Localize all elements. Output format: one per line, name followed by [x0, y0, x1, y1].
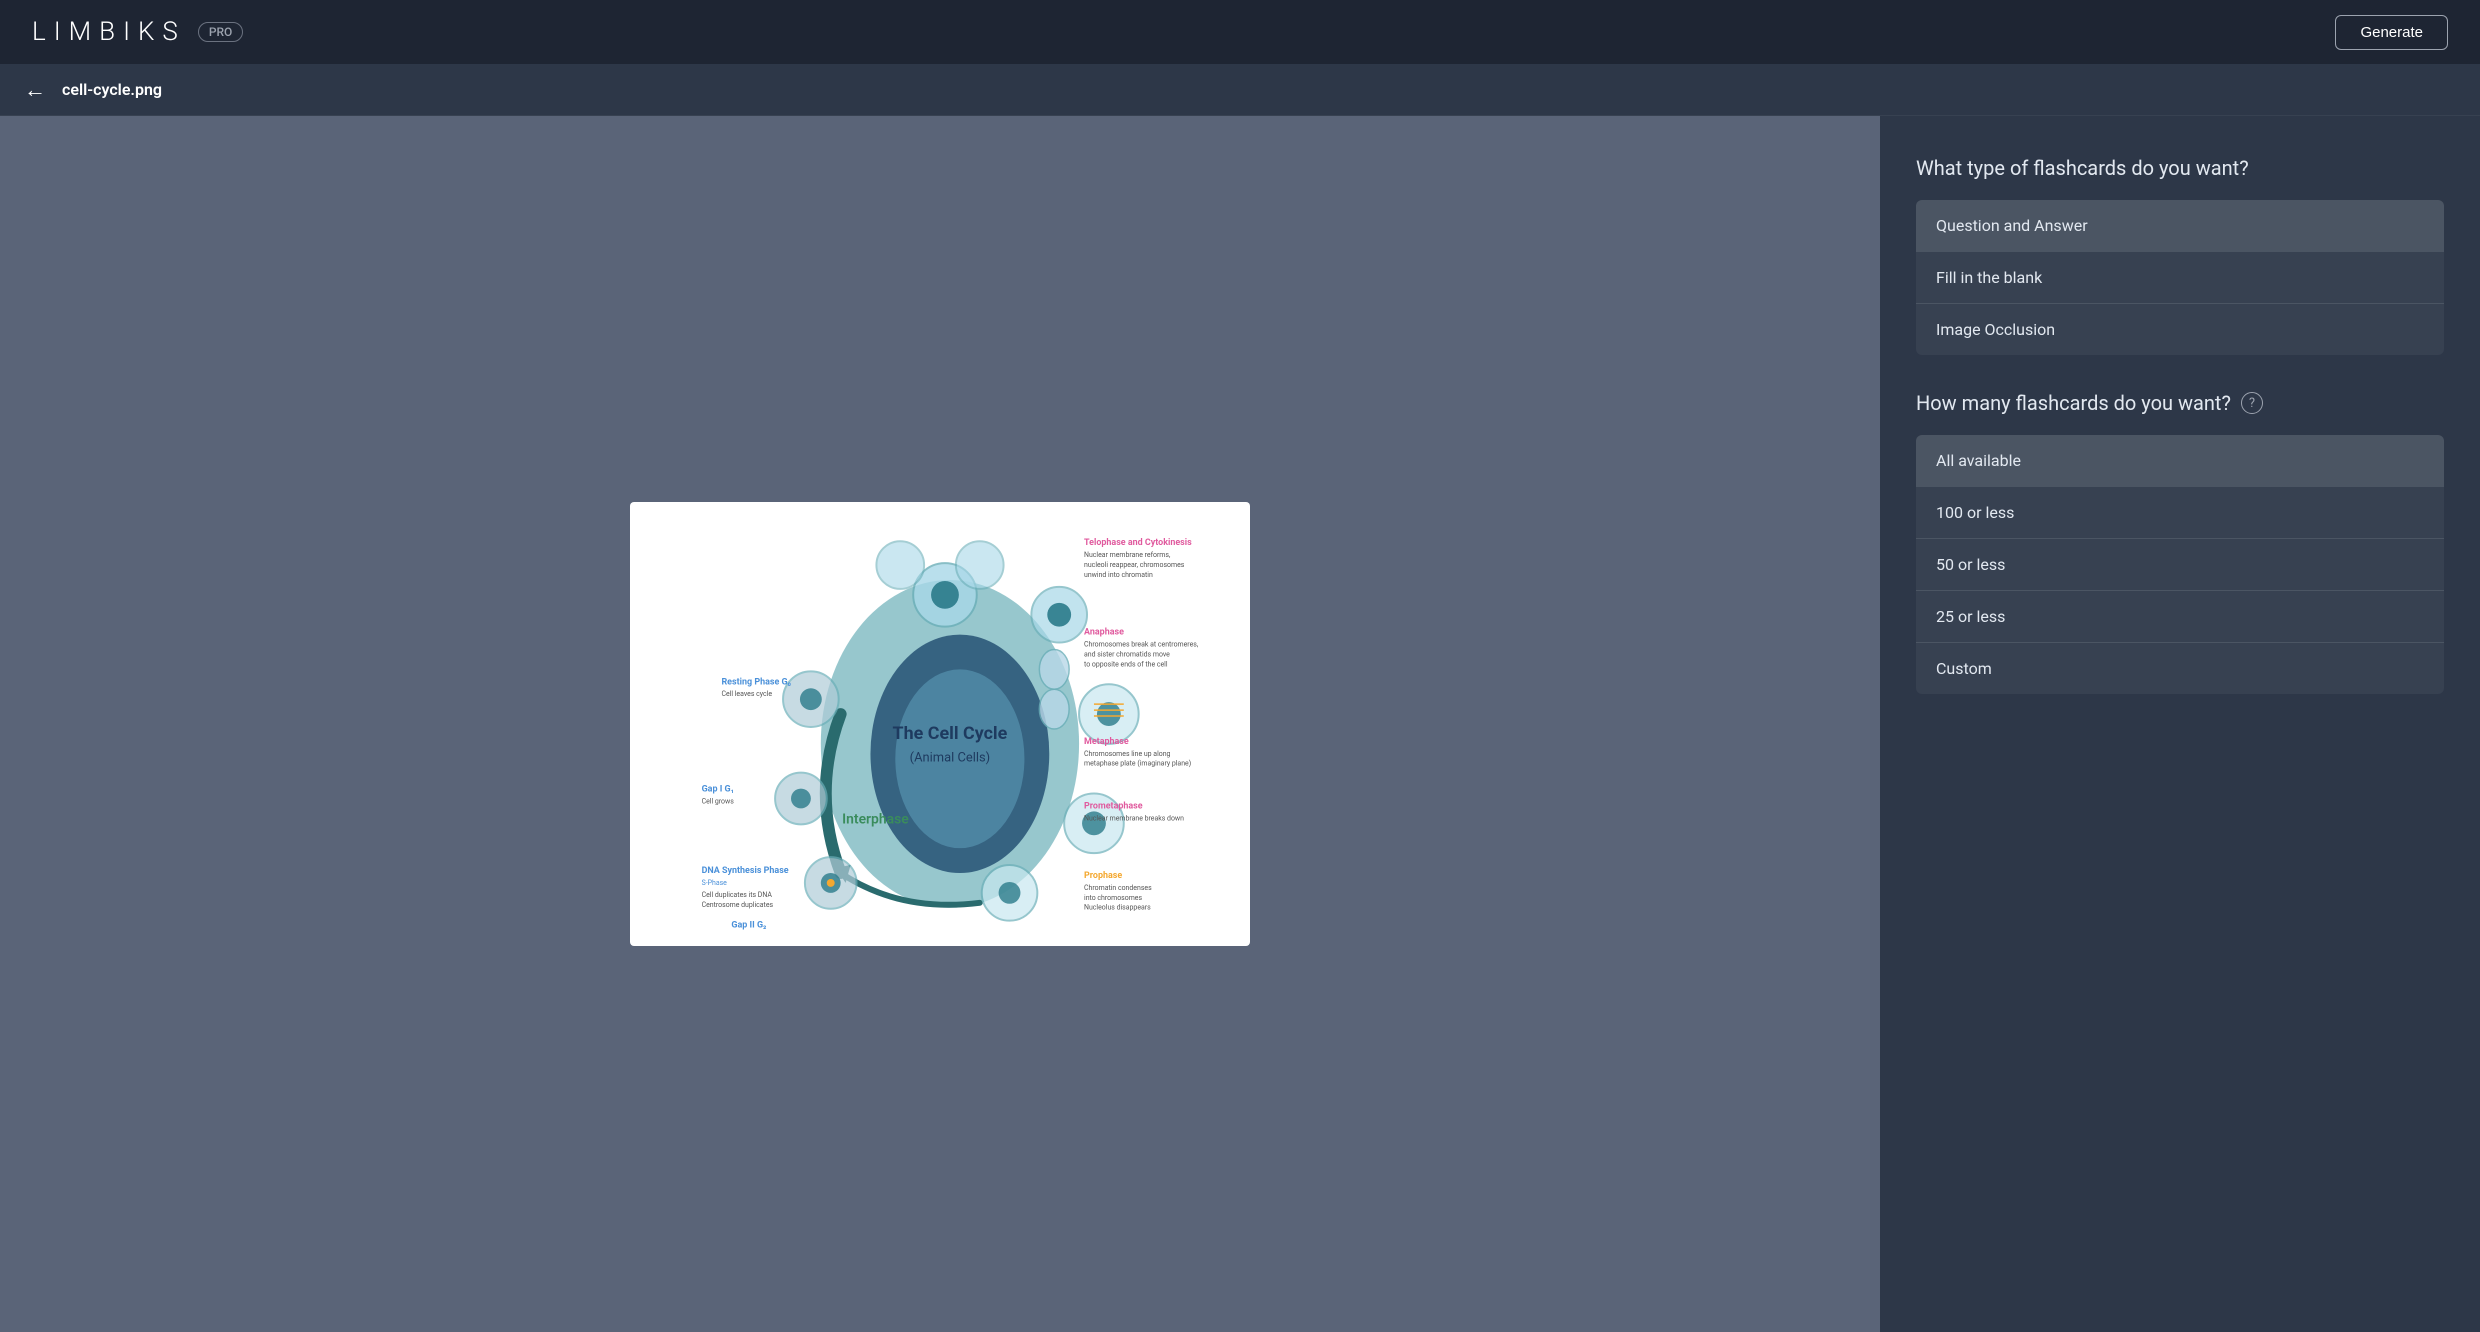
svg-text:Nucleolus disappears: Nucleolus disappears — [1084, 904, 1151, 912]
svg-text:The Cell Cycle: The Cell Cycle — [893, 723, 1008, 744]
svg-text:DNA Synthesis Phase: DNA Synthesis Phase — [702, 866, 789, 876]
svg-text:Telophase and Cytokinesis: Telophase and Cytokinesis — [1084, 538, 1192, 548]
main-content: The Cell Cycle (Animal Cells) Interphase… — [0, 116, 2480, 1332]
option-25-or-less[interactable]: 25 or less — [1916, 591, 2444, 643]
svg-text:Metaphase: Metaphase — [1084, 737, 1129, 747]
svg-text:Prometaphase: Prometaphase — [1084, 801, 1143, 811]
svg-text:Cell leaves cycle: Cell leaves cycle — [721, 690, 772, 698]
image-panel: The Cell Cycle (Animal Cells) Interphase… — [0, 116, 1880, 1332]
svg-text:unwind into chromatin: unwind into chromatin — [1084, 571, 1153, 579]
option-fill-in-blank[interactable]: Fill in the blank — [1916, 252, 2444, 304]
image-container: The Cell Cycle (Animal Cells) Interphase… — [630, 502, 1250, 946]
svg-text:Cell duplicates its DNA: Cell duplicates its DNA — [702, 891, 773, 899]
top-navigation: LIMBIKS PRO Generate — [0, 0, 2480, 64]
sub-navigation: ← cell-cycle.png — [0, 64, 2480, 116]
svg-text:Cell grows: Cell grows — [702, 797, 735, 805]
flashcard-count-header: How many flashcards do you want? ? — [1916, 391, 2444, 415]
svg-text:Nuclear membrane reforms,: Nuclear membrane reforms, — [1084, 551, 1171, 559]
svg-text:Nuclear membrane breaks down: Nuclear membrane breaks down — [1084, 814, 1184, 822]
svg-text:Resting Phase G₀: Resting Phase G₀ — [721, 677, 791, 687]
svg-text:nucleoli reappear, chromosomes: nucleoli reappear, chromosomes — [1084, 561, 1185, 569]
file-name: cell-cycle.png — [62, 80, 162, 99]
help-icon[interactable]: ? — [2241, 392, 2263, 414]
svg-text:Chromosomes line up along: Chromosomes line up along — [1084, 750, 1171, 758]
svg-text:Interphase: Interphase — [842, 811, 909, 827]
flashcard-count-list: All available 100 or less 50 or less 25 … — [1916, 435, 2444, 694]
svg-text:Gap I G₁: Gap I G₁ — [702, 785, 734, 795]
option-question-answer[interactable]: Question and Answer — [1916, 200, 2444, 252]
svg-text:Gap II G₂: Gap II G₂ — [731, 921, 767, 931]
svg-text:Chromatin condenses: Chromatin condenses — [1084, 884, 1152, 892]
svg-text:S-Phase: S-Phase — [702, 879, 728, 887]
svg-text:into chromosomes: into chromosomes — [1084, 894, 1142, 902]
logo-text: LIMBIKS — [32, 17, 186, 47]
back-button[interactable]: ← — [24, 79, 46, 101]
svg-text:to opposite ends of the cell: to opposite ends of the cell — [1084, 660, 1168, 668]
option-all-available[interactable]: All available — [1916, 435, 2444, 487]
svg-text:metaphase plate (imaginary pla: metaphase plate (imaginary plane) — [1084, 760, 1191, 768]
svg-text:Prophase: Prophase — [1084, 871, 1122, 881]
svg-text:(Animal Cells): (Animal Cells) — [910, 751, 990, 766]
svg-text:Centrosome duplicates: Centrosome duplicates — [702, 901, 774, 909]
pro-badge: PRO — [198, 22, 243, 42]
svg-text:Chromosomes break at centromer: Chromosomes break at centromeres, — [1084, 641, 1199, 649]
option-100-or-less[interactable]: 100 or less — [1916, 487, 2444, 539]
svg-text:Anaphase: Anaphase — [1084, 628, 1124, 638]
flashcard-type-title: What type of flashcards do you want? — [1916, 156, 2444, 180]
option-50-or-less[interactable]: 50 or less — [1916, 539, 2444, 591]
generate-button[interactable]: Generate — [2335, 15, 2448, 50]
cell-cycle-image: The Cell Cycle (Animal Cells) Interphase… — [642, 514, 1238, 934]
logo-area: LIMBIKS PRO — [32, 17, 243, 47]
option-custom[interactable]: Custom — [1916, 643, 2444, 694]
options-panel: What type of flashcards do you want? Que… — [1880, 116, 2480, 1332]
flashcard-count-title: How many flashcards do you want? — [1916, 391, 2231, 415]
option-image-occlusion[interactable]: Image Occlusion — [1916, 304, 2444, 355]
flashcard-type-list: Question and Answer Fill in the blank Im… — [1916, 200, 2444, 355]
svg-text:and sister chromatids move: and sister chromatids move — [1084, 650, 1170, 658]
